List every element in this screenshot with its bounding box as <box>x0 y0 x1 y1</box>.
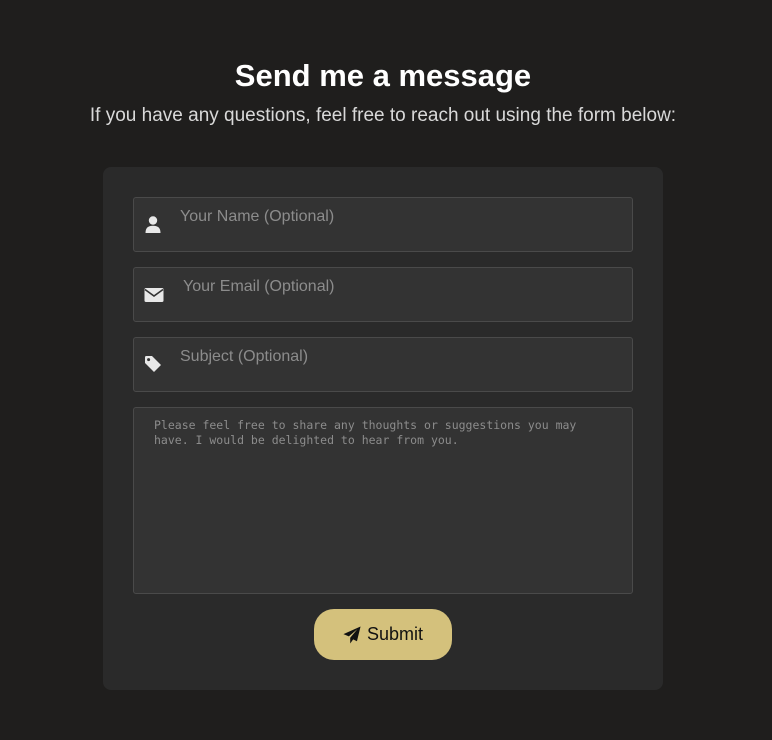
subject-field <box>133 337 633 392</box>
message-field <box>133 407 633 594</box>
email-input[interactable] <box>183 276 623 298</box>
submit-label: Submit <box>366 624 424 644</box>
tag-icon <box>145 356 161 372</box>
user-icon <box>145 216 161 233</box>
name-field <box>133 197 633 252</box>
envelope-icon <box>144 288 164 302</box>
name-input[interactable] <box>180 206 620 228</box>
subject-input[interactable] <box>180 346 620 368</box>
page-subtitle: If you have any questions, feel free to … <box>89 105 677 126</box>
contact-form: Submit <box>103 167 663 690</box>
contact-page: Send me a message If you have any questi… <box>0 0 772 740</box>
message-textarea[interactable] <box>154 418 614 578</box>
submit-button[interactable]: Submit <box>314 609 452 660</box>
paper-plane-icon <box>343 625 361 644</box>
email-field <box>133 267 633 322</box>
page-title: Send me a message <box>234 58 532 93</box>
